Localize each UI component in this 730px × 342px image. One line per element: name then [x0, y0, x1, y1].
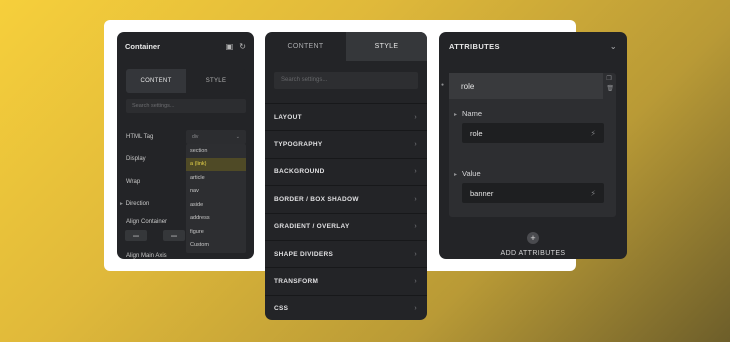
trash-icon[interactable]: 🗑: [606, 85, 614, 92]
bullet-icon: ▸: [454, 112, 458, 118]
style-panel-tabs: CONTENT STYLE: [265, 32, 427, 61]
plus-icon[interactable]: +: [527, 232, 539, 244]
save-icon[interactable]: ▣: [226, 42, 234, 51]
row-align-main-axis: Align Main Axis: [126, 253, 167, 259]
tab-content[interactable]: CONTENT: [126, 69, 186, 93]
chevron-right-icon: ›: [414, 305, 417, 313]
tab-style[interactable]: STYLE: [346, 32, 427, 61]
name-input-value: role: [470, 128, 483, 138]
chevron-right-icon: ›: [414, 278, 417, 286]
chevron-right-icon: ›: [414, 195, 417, 203]
value-input[interactable]: banner ⚡︎: [462, 183, 604, 203]
chevron-down-icon: ⌄: [235, 134, 240, 140]
bullet-icon: ►: [119, 201, 124, 207]
section-background[interactable]: BACKGROUND ›: [265, 157, 427, 185]
row-align-container: Align Container: [126, 219, 168, 225]
chevron-right-icon: ›: [414, 113, 417, 121]
container-panel-title: Container: [125, 41, 161, 51]
row-direction: ► Direction: [119, 201, 149, 207]
html-tag-dropdown: section a (link) article nav aside addre…: [186, 144, 246, 253]
row-direction-label: Direction: [125, 201, 150, 207]
section-css[interactable]: CSS ›: [265, 294, 427, 320]
section-border-box-shadow[interactable]: BORDER / BOX SHADOW ›: [265, 185, 427, 212]
attribute-title-bar[interactable]: role: [449, 73, 603, 99]
name-label: Name: [462, 109, 483, 118]
style-panel: CONTENT STYLE Search settings... LAYOUT ›…: [265, 32, 427, 320]
align-start-icon[interactable]: ▬: [125, 230, 147, 241]
dropdown-option[interactable]: Custom: [186, 239, 246, 253]
chevron-right-icon: ›: [414, 168, 417, 176]
section-label: GRADIENT / OVERLAY: [274, 223, 350, 231]
section-label: TYPOGRAPHY: [274, 141, 323, 149]
chevron-down-icon: ⌄: [609, 42, 617, 51]
section-layout[interactable]: LAYOUT ›: [265, 103, 427, 130]
style-sections: LAYOUT › TYPOGRAPHY › BACKGROUND › BORDER /…: [265, 103, 427, 320]
section-gradient-overlay[interactable]: GRADIENT / OVERLAY ›: [265, 212, 427, 240]
section-label: BACKGROUND: [274, 168, 325, 176]
chevron-right-icon: ›: [414, 250, 417, 258]
container-panel-header: Container ▣ ↻: [117, 32, 254, 60]
section-label: CSS: [274, 305, 289, 313]
html-tag-select[interactable]: div ⌄: [186, 130, 246, 144]
dropdown-option-selected[interactable]: a (link): [186, 157, 246, 171]
dropdown-option[interactable]: address: [186, 212, 246, 226]
dropdown-option[interactable]: section: [186, 144, 246, 158]
row-wrap: Wrap: [126, 179, 141, 185]
dropdown-option[interactable]: figure: [186, 225, 246, 239]
container-search-input[interactable]: Search settings...: [126, 99, 246, 113]
dropdown-option[interactable]: nav: [186, 185, 246, 199]
html-tag-value: div: [192, 134, 199, 140]
container-tabs: CONTENT STYLE: [126, 69, 246, 93]
section-label: SHAPE DIVIDERS: [274, 250, 334, 258]
align-options: ▬ ▬: [125, 230, 185, 241]
dropdown-option[interactable]: article: [186, 171, 246, 185]
attributes-panel: ATTRIBUTES ⌄ role ❐ 🗑 ▸ Name role ⚡︎ ▸ V…: [439, 32, 627, 259]
name-input[interactable]: role ⚡︎: [462, 123, 604, 143]
row-display: Display: [126, 156, 146, 162]
dynamic-data-icon[interactable]: ⚡︎: [590, 129, 596, 138]
section-label: TRANSFORM: [274, 278, 319, 286]
copy-icon[interactable]: ❐: [606, 75, 614, 82]
bullet-icon: ▸: [454, 172, 458, 178]
row-html-tag: HTML Tag: [126, 134, 154, 140]
style-search-input[interactable]: Search settings...: [274, 72, 418, 89]
value-label: Value: [462, 169, 481, 178]
tab-style[interactable]: STYLE: [186, 69, 246, 93]
align-center-icon[interactable]: ▬: [163, 230, 185, 241]
dynamic-data-icon[interactable]: ⚡︎: [590, 189, 596, 198]
attribute-title: role: [461, 81, 475, 91]
value-input-value: banner: [470, 188, 494, 198]
section-shape-dividers[interactable]: SHAPE DIVIDERS ›: [265, 239, 427, 267]
dropdown-option[interactable]: aside: [186, 198, 246, 212]
attribute-item: role ❐ 🗑 ▸ Name role ⚡︎ ▸ Value banner ⚡…: [449, 73, 616, 217]
section-transform[interactable]: TRANSFORM ›: [265, 267, 427, 294]
section-label: BORDER / BOX SHADOW: [274, 195, 359, 203]
attributes-header[interactable]: ATTRIBUTES ⌄: [439, 32, 627, 61]
tab-content[interactable]: CONTENT: [265, 32, 346, 61]
drag-handle-icon[interactable]: ●: [441, 82, 444, 88]
add-attributes-label[interactable]: ADD ATTRIBUTES: [439, 250, 627, 257]
section-label: LAYOUT: [274, 113, 302, 121]
chevron-right-icon: ›: [414, 223, 417, 231]
add-attributes[interactable]: + ADD ATTRIBUTES: [439, 232, 627, 257]
attributes-title: ATTRIBUTES: [449, 42, 500, 51]
section-typography[interactable]: TYPOGRAPHY ›: [265, 130, 427, 157]
attribute-actions: ❐ 🗑: [606, 75, 614, 92]
chevron-right-icon: ›: [414, 141, 417, 149]
reset-icon[interactable]: ↻: [239, 42, 246, 51]
